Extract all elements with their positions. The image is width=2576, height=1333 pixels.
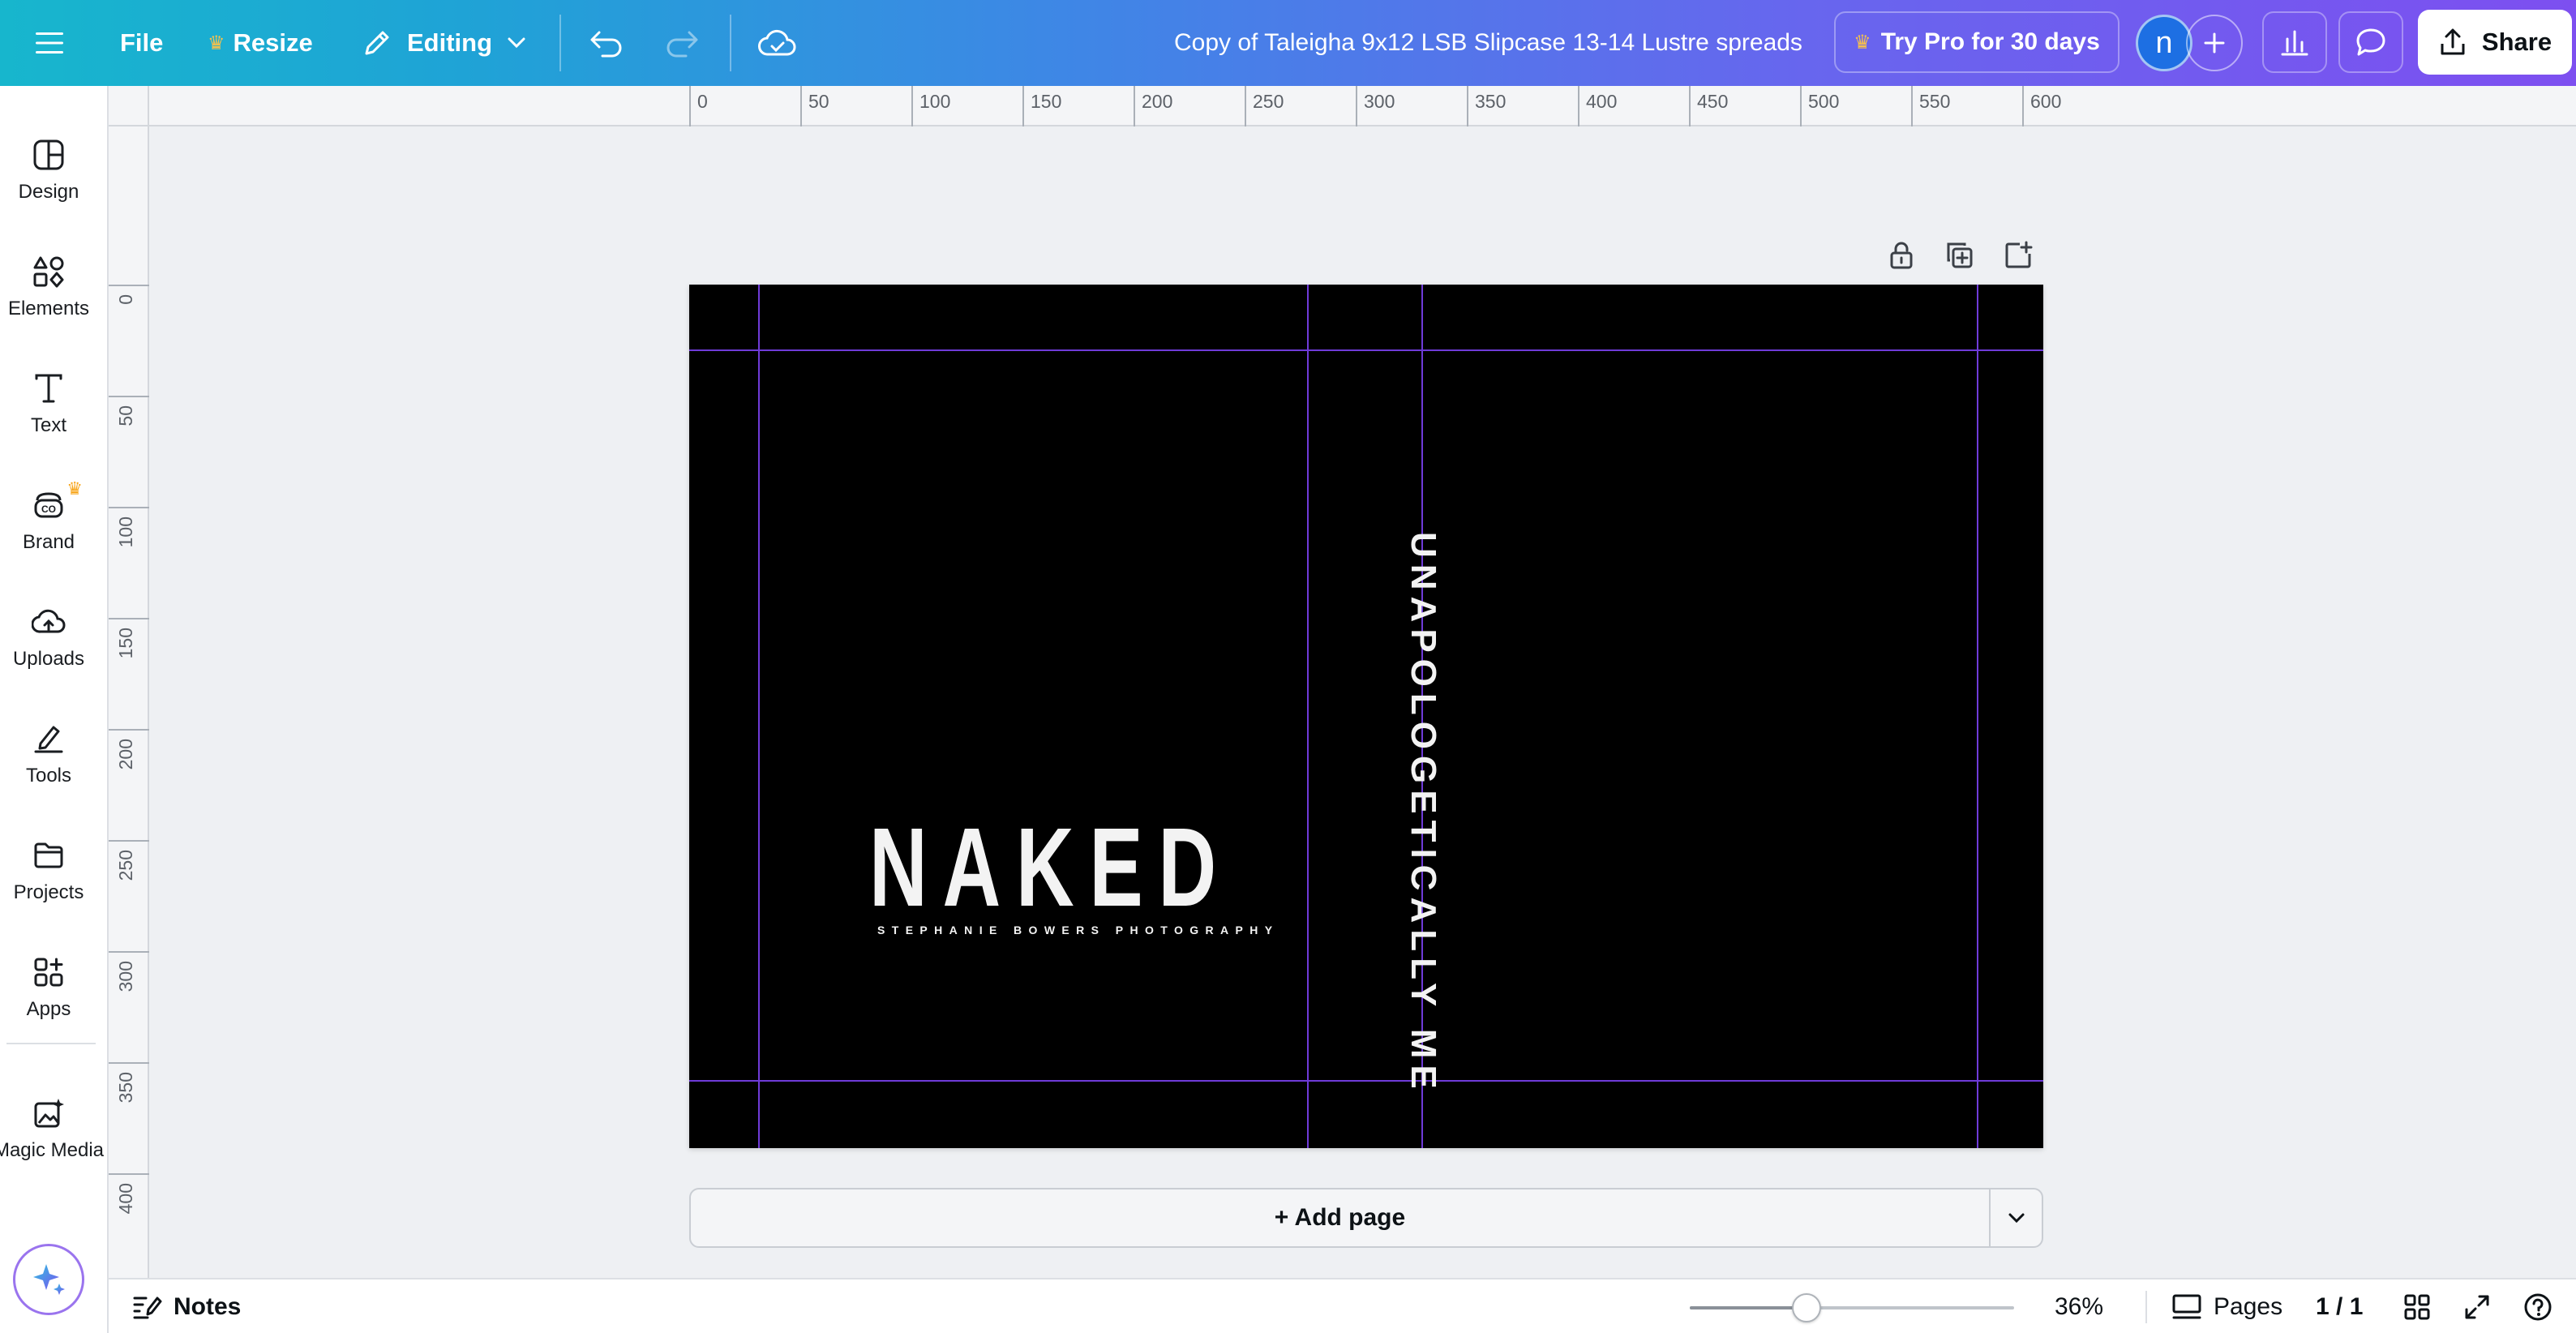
zoom-level[interactable]: 36%: [2055, 1279, 2103, 1333]
sidebar-item-label: Uploads: [12, 648, 85, 670]
bar-chart-icon: [2281, 30, 2308, 56]
vertical-ruler: 0 50 100 150 200 250 300 350 400: [109, 126, 149, 1278]
pages-label: Pages: [2214, 1293, 2283, 1320]
spine-guide: [1307, 285, 1309, 1148]
try-pro-label: Try Pro for 30 days: [1880, 28, 2100, 55]
sidebar-item-uploads[interactable]: Uploads: [0, 585, 97, 691]
pages-icon: [2172, 1294, 2201, 1319]
design-page[interactable]: NAKED STEPHANIE BOWERS PHOTOGRAPHY UNAPO…: [689, 285, 2043, 1148]
comments-button[interactable]: [2338, 11, 2403, 73]
sidebar-item-tools[interactable]: Tools: [0, 702, 97, 808]
add-collaborator-button[interactable]: [2186, 15, 2243, 71]
text-icon: [35, 374, 62, 403]
sidebar-item-text[interactable]: Text: [0, 352, 97, 457]
try-pro-button[interactable]: ♛ Try Pro for 30 days: [1834, 11, 2120, 73]
cover-subtitle-text[interactable]: STEPHANIE BOWERS PHOTOGRAPHY: [877, 924, 1272, 937]
sidebar-item-label: Brand: [22, 531, 75, 553]
pencil-icon: [362, 28, 392, 58]
sidebar-item-label: Apps: [26, 998, 71, 1020]
resize-button[interactable]: ♛ Resize: [208, 0, 313, 86]
sidebar-item-label: Elements: [7, 298, 90, 319]
pages-button[interactable]: Pages: [2171, 1279, 2282, 1333]
left-sidebar: Design Elements Text ♛ CO Brand Uploads …: [0, 86, 109, 1333]
cover-title-text[interactable]: NAKED: [869, 812, 1216, 924]
editing-label: Editing: [407, 28, 493, 57]
insights-button[interactable]: [2262, 11, 2327, 73]
page-toolbar: [1881, 235, 2038, 276]
bleed-guide: [689, 1080, 2043, 1082]
sidebar-item-elements[interactable]: Elements: [0, 235, 97, 341]
bleed-guide: [689, 349, 2043, 351]
crown-icon: ♛: [1854, 31, 1871, 54]
brand-icon: CO: [34, 492, 63, 518]
grid-view-icon[interactable]: [2403, 1279, 2431, 1333]
sidebar-item-projects[interactable]: Projects: [0, 819, 97, 924]
sidebar-item-brand[interactable]: ♛ CO Brand: [0, 469, 97, 574]
top-toolbar: File ♛ Resize Editing Copy of Taleigha 9…: [0, 0, 2576, 86]
avatar[interactable]: n: [2136, 15, 2192, 71]
share-upload-icon: [2441, 28, 2465, 55]
cloud-saved-icon[interactable]: [758, 0, 797, 86]
chevron-down-icon: [2008, 1213, 2024, 1224]
fullscreen-icon[interactable]: [2463, 1279, 2491, 1333]
sidebar-item-apps[interactable]: Apps: [0, 936, 97, 1041]
zoom-slider-fill: [1690, 1306, 1807, 1309]
spine-text[interactable]: UNAPOLOGETICALLY ME: [1404, 532, 1443, 1095]
bottom-bar: Notes 36% Pages 1 / 1: [109, 1278, 2576, 1333]
document-title[interactable]: Copy of Taleigha 9x12 LSB Slipcase 13-14…: [1174, 0, 1802, 86]
uploads-icon: [32, 609, 66, 633]
add-page-button[interactable]: + Add page: [689, 1188, 1991, 1248]
lock-icon[interactable]: [1881, 235, 1922, 276]
duplicate-page-icon[interactable]: [1940, 235, 1980, 276]
comment-icon: [2356, 28, 2385, 56]
toolbar-divider: [559, 15, 561, 71]
sidebar-item-label: Design: [18, 181, 79, 203]
sidebar-item-label: Text: [30, 414, 66, 436]
add-page-icon[interactable]: [1998, 235, 2038, 276]
chevron-down-icon: [507, 36, 526, 49]
canva-assistant-button[interactable]: [13, 1244, 84, 1315]
zoom-slider[interactable]: [1690, 1293, 2014, 1322]
sparkle-icon: [33, 1264, 65, 1295]
horizontal-ruler: 0 50 100 150 200 250 300 350 400 450 500…: [109, 86, 2576, 126]
tools-icon: [34, 726, 63, 753]
sidebar-divider: [6, 1043, 96, 1044]
zoom-slider-thumb[interactable]: [1792, 1293, 1821, 1322]
share-label: Share: [2481, 28, 2552, 56]
magic-media-icon: [34, 1099, 64, 1128]
sidebar-item-label: Magic Media: [0, 1139, 105, 1161]
folder-icon: [34, 842, 63, 868]
redo-icon[interactable]: [665, 0, 701, 86]
notes-label: Notes: [174, 1293, 242, 1320]
plus-icon: [2204, 32, 2225, 54]
bleed-guide: [1977, 285, 1978, 1148]
elements-icon: [33, 256, 64, 288]
undo-icon[interactable]: [588, 0, 624, 86]
sidebar-item-magic-media[interactable]: Magic Media: [0, 1077, 104, 1182]
bleed-guide: [758, 285, 760, 1148]
bottom-divider: [2145, 1291, 2147, 1323]
menu-icon[interactable]: [29, 0, 70, 86]
crown-icon: ♛: [208, 32, 225, 54]
file-menu-button[interactable]: File: [120, 0, 163, 86]
add-page-options-button[interactable]: [1989, 1188, 2043, 1248]
apps-icon: [34, 958, 63, 987]
page-count: 1 / 1: [2316, 1293, 2364, 1320]
svg-text:CO: CO: [41, 504, 56, 515]
design-icon: [33, 139, 64, 170]
notes-icon: [133, 1297, 162, 1319]
resize-label: Resize: [233, 28, 313, 57]
crown-icon: ♛: [66, 478, 83, 499]
sidebar-item-label: Tools: [25, 765, 72, 787]
sidebar-item-design[interactable]: Design: [0, 118, 97, 224]
toolbar-divider: [730, 15, 731, 71]
editing-mode-button[interactable]: Editing: [362, 0, 526, 86]
sidebar-item-label: Projects: [13, 881, 84, 903]
ruler-corner: [109, 86, 149, 126]
help-icon[interactable]: [2523, 1279, 2552, 1333]
share-button[interactable]: Share: [2418, 10, 2572, 75]
notes-button[interactable]: Notes: [131, 1279, 241, 1333]
